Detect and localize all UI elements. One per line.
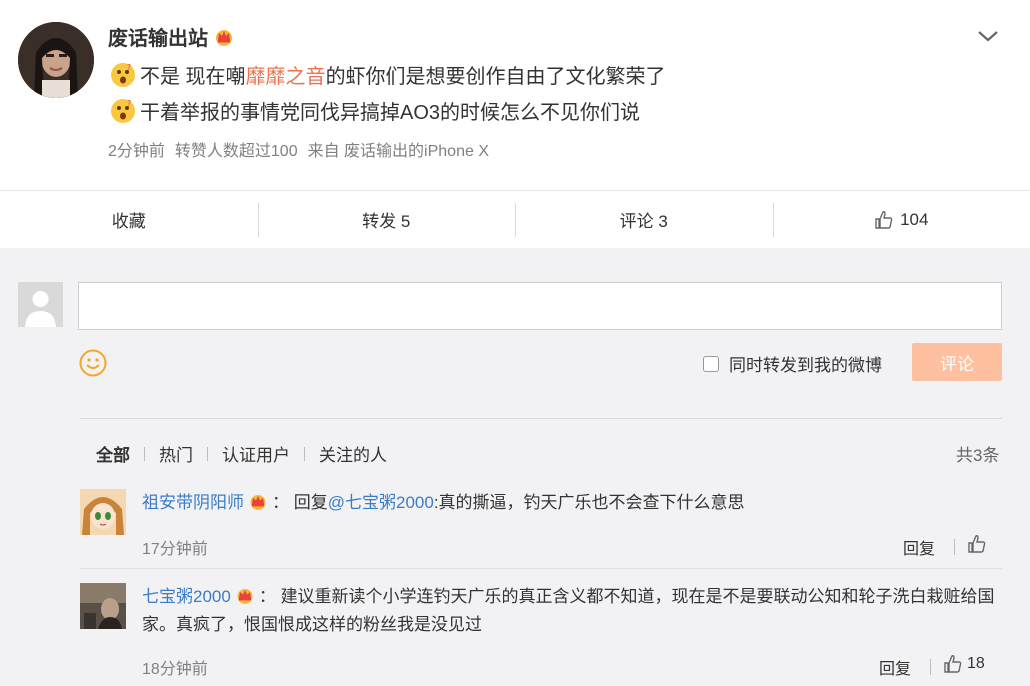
post-text-suffix: 的虾你们是想要创作自由了文化繁荣了 xyxy=(325,66,666,88)
like-button[interactable]: 104 xyxy=(772,191,1030,248)
post-source: 来自 废话输出的iPhone X xyxy=(307,143,489,160)
comment-item: 七宝粥2000： 建议重新读个小学连钓天广乐的真正含义都不知道，现在是不是要联动… xyxy=(80,583,1002,683)
comment-like-button[interactable]: 18 xyxy=(943,654,985,674)
favorite-button[interactable]: 收藏 xyxy=(0,191,258,248)
tab-verified[interactable]: 认证用户 xyxy=(222,441,290,466)
comment-colon: ： xyxy=(258,587,276,606)
submit-comment-button[interactable]: 评论 xyxy=(912,343,1002,381)
favorite-label: 收藏 xyxy=(111,212,146,231)
reply-button[interactable]: 回复 xyxy=(903,535,935,559)
comment-button[interactable]: 评论 3 xyxy=(515,191,773,248)
divider xyxy=(80,418,1002,419)
comment-item: 祖安带阴阳师： 回复@七宝粥2000:真的撕逼，钓天广乐也不会查下什么意思 17… xyxy=(80,489,1002,558)
post-text-line-2-label: 干着举报的事情党同伐异搞掉AO3的时候怎么不见你们说 xyxy=(140,102,641,124)
author-name-label[interactable]: 废话输出站 xyxy=(108,22,208,51)
sync-repost-option[interactable]: 同时转发到我的微博 xyxy=(703,351,882,376)
topic-link[interactable]: 靡靡之音 xyxy=(246,60,326,89)
comment-like-button[interactable] xyxy=(967,534,991,554)
action-separator xyxy=(954,539,955,555)
comment-time[interactable]: 17分钟前 xyxy=(142,535,208,559)
comment-colon: ： xyxy=(272,493,289,512)
crown-icon xyxy=(250,495,266,510)
post-text-line-2: ? 干着举报的事情党同伐异搞掉AO3的时候怎么不见你们说 xyxy=(110,96,640,125)
current-user-avatar xyxy=(18,282,63,327)
comment-filter-tabs: 全部 热门 认证用户 关注的人 xyxy=(96,441,387,466)
post-meta: 2分钟前 转赞人数超过100 来自 废话输出的iPhone X xyxy=(108,137,489,161)
repost-button[interactable]: 转发 5 xyxy=(257,191,516,248)
post-text-line-1: ? 不是 现在嘲 靡靡之音 的虾你们是想要创作自由了文化繁荣了 xyxy=(110,60,666,89)
like-count: 104 xyxy=(900,209,929,229)
mention-link[interactable]: @七宝粥2000 xyxy=(328,493,434,512)
surprised-face-icon: ? xyxy=(111,62,135,87)
tab-separator xyxy=(207,446,208,461)
smiley-icon[interactable] xyxy=(78,348,108,378)
thumbs-up-icon xyxy=(875,210,893,229)
tab-hot[interactable]: 热门 xyxy=(159,441,193,466)
author-avatar[interactable] xyxy=(18,22,94,98)
tab-following[interactable]: 关注的人 xyxy=(319,441,387,466)
svg-text:?: ? xyxy=(127,63,131,72)
author-name[interactable]: 废话输出站 xyxy=(108,22,234,51)
thumbs-up-icon xyxy=(944,655,962,673)
action-separator xyxy=(930,659,931,675)
comment-divider xyxy=(80,568,1002,569)
commenter-avatar[interactable] xyxy=(80,489,126,535)
comment-label: 评论 3 xyxy=(619,212,668,231)
commenter-avatar[interactable] xyxy=(80,583,126,629)
comment-content: :真的撕逼，钓天广乐也不会查下什么意思 xyxy=(433,493,745,512)
post-time[interactable]: 2分钟前 xyxy=(108,137,165,161)
comment-time[interactable]: 18分钟前 xyxy=(142,655,208,679)
tab-separator xyxy=(144,446,145,461)
post-text-prefix: 不是 现在嘲 xyxy=(140,66,246,88)
commenter-name[interactable]: 祖安带阴阳师 xyxy=(142,493,244,512)
surprised-face-icon: ? xyxy=(111,98,135,123)
comment-input[interactable] xyxy=(78,282,1002,330)
weibo-post: 废话输出站 ? 不是 现在嘲 靡靡之音 的虾你们是想要创作自由了文化繁荣了 ? 干着… xyxy=(0,0,1030,190)
thumbs-up-icon xyxy=(968,535,986,553)
sync-repost-checkbox[interactable] xyxy=(703,355,719,372)
reply-button[interactable]: 回复 xyxy=(879,655,911,679)
post-repost-note: 转赞人数超过100 xyxy=(174,143,298,160)
crown-icon xyxy=(237,589,253,604)
comment-section: 同时转发到我的微博 评论 全部 热门 认证用户 关注的人 共3条 祖安带阴阳师 ：… xyxy=(0,248,1030,686)
action-bar: 收藏 转发 5 评论 3 104 xyxy=(0,190,1030,248)
comment-count: 共3条 xyxy=(956,446,1000,465)
commenter-name[interactable]: 七宝粥2000 xyxy=(142,587,231,606)
crown-icon xyxy=(216,29,232,46)
reply-prefix: 回复 xyxy=(293,493,328,512)
tab-separator xyxy=(304,446,305,461)
sync-repost-label: 同时转发到我的微博 xyxy=(729,356,882,375)
repost-label: 转发 5 xyxy=(362,212,411,231)
comment-text: 祖安带阴阳师 ： 回复@七宝粥2000:真的撕逼，钓天广乐也不会查下什么意思 xyxy=(142,489,1002,517)
comment-text: 七宝粥2000： 建议重新读个小学连钓天广乐的真正含义都不知道，现在是不是要联动… xyxy=(142,583,1002,639)
tab-all[interactable]: 全部 xyxy=(96,441,130,466)
svg-text:?: ? xyxy=(127,99,131,108)
comment-like-count: 18 xyxy=(967,655,985,672)
chevron-down-icon[interactable] xyxy=(976,26,1000,46)
